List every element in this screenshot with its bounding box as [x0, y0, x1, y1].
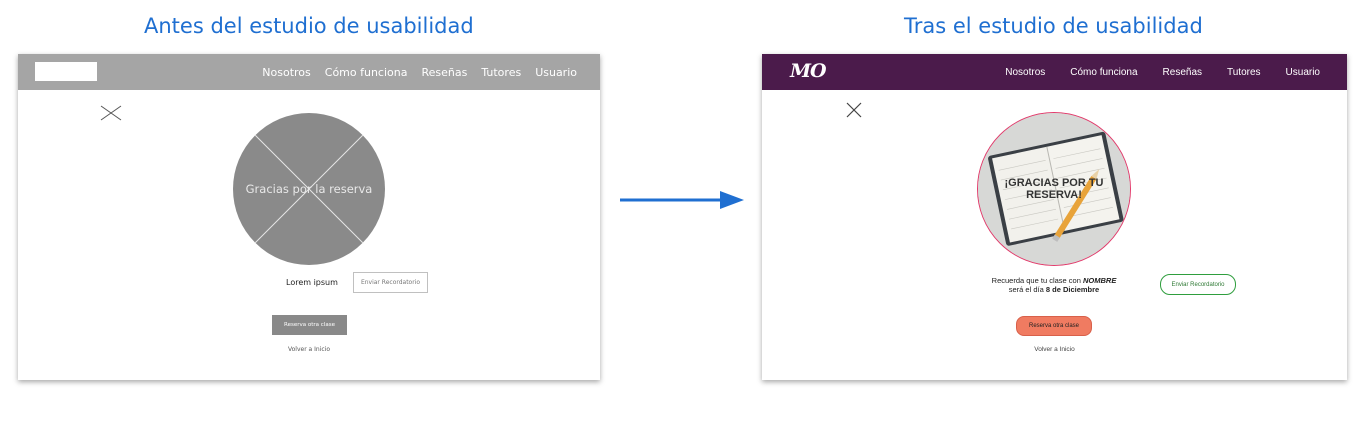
reminder-text-prefix: Recuerda que tu clase con	[991, 276, 1081, 285]
after-design: MO Nosotros Cómo funciona Reseñas Tutore…	[762, 54, 1347, 380]
after-navbar: MO Nosotros Cómo funciona Reseñas Tutore…	[762, 54, 1347, 90]
reminder-text-mid: será el día	[1008, 285, 1044, 294]
nav-item-nosotros[interactable]: Nosotros	[262, 66, 310, 79]
hero-text: Gracias por la reserva	[245, 182, 373, 196]
lorem-text: Lorem ipsum	[286, 278, 338, 287]
nav-item-tutores[interactable]: Tutores	[1227, 67, 1261, 78]
back-home-link[interactable]: Volver a Inicio	[18, 346, 600, 353]
nav-item-tutores[interactable]: Tutores	[481, 66, 521, 79]
hero-notebook-image: ¡GRACIAS POR TU RESERVA!	[977, 112, 1131, 266]
back-home-link[interactable]: Volver a Inicio	[762, 346, 1347, 353]
nav-item-usuario[interactable]: Usuario	[1286, 67, 1320, 78]
back-home-label: Volver a Inicio	[287, 346, 331, 353]
after-nav-links: Nosotros Cómo funciona Reseñas Tutores U…	[980, 54, 1320, 90]
nav-item-nosotros[interactable]: Nosotros	[1005, 67, 1045, 78]
hero-image-placeholder: Gracias por la reserva	[233, 113, 385, 265]
before-heading: Antes del estudio de usabilidad	[144, 14, 474, 38]
book-another-class-button[interactable]: Reserva otra clase	[272, 315, 347, 335]
send-reminder-button[interactable]: Enviar Recordatorio	[1160, 274, 1236, 295]
class-date: 8 de Diciembre	[1045, 285, 1100, 294]
reminder-message: Recuerda que tu clase con NOMBRE será el…	[980, 276, 1128, 294]
book-another-class-button[interactable]: Reserva otra clase	[1016, 316, 1092, 336]
before-nav-links: Nosotros Cómo funciona Reseñas Tutores U…	[248, 54, 577, 90]
nav-item-como-funciona[interactable]: Cómo funciona	[325, 66, 408, 79]
logo[interactable]: MO	[790, 60, 827, 82]
logo-placeholder[interactable]	[35, 62, 97, 81]
close-icon[interactable]	[100, 105, 122, 121]
hero-text: ¡GRACIAS POR TU RESERVA!	[1004, 177, 1104, 201]
nav-item-como-funciona[interactable]: Cómo funciona	[1070, 67, 1137, 78]
after-heading: Tras el estudio de usabilidad	[904, 14, 1203, 38]
nav-item-usuario[interactable]: Usuario	[535, 66, 577, 79]
nav-item-resenas[interactable]: Reseñas	[1163, 67, 1202, 78]
nav-item-resenas[interactable]: Reseñas	[421, 66, 467, 79]
before-navbar: Nosotros Cómo funciona Reseñas Tutores U…	[18, 54, 600, 90]
tutor-name: NOMBRE	[1082, 276, 1117, 285]
before-wireframe: Nosotros Cómo funciona Reseñas Tutores U…	[18, 54, 600, 380]
send-reminder-button[interactable]: Enviar Recordatorio	[353, 272, 428, 293]
right-arrow-icon	[620, 191, 744, 209]
close-icon[interactable]	[843, 102, 865, 118]
